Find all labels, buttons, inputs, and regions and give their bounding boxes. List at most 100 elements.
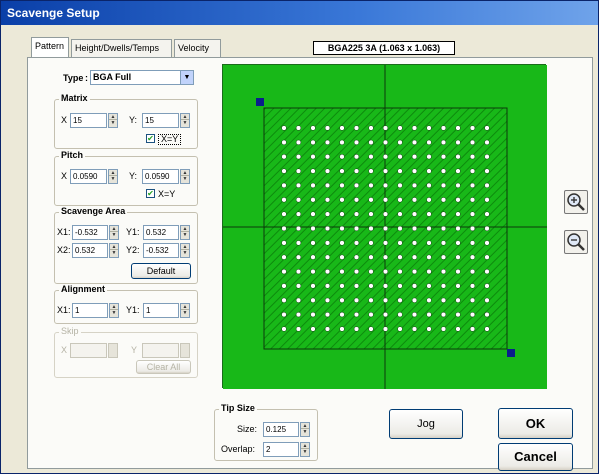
ball-pad: [281, 326, 287, 332]
ball-pad: [281, 168, 287, 174]
ball-pad: [455, 182, 461, 189]
area-y1-input[interactable]: 0.532: [143, 225, 179, 240]
ball-pad: [281, 125, 287, 131]
tab-pattern[interactable]: Pattern: [31, 37, 69, 57]
area-x1-input[interactable]: -0.532: [72, 225, 108, 240]
ball-pad: [440, 240, 447, 246]
ball-pad: [324, 211, 331, 217]
default-button[interactable]: Default: [131, 263, 191, 279]
ball-pad: [440, 268, 447, 275]
pitch-y-spinner[interactable]: ▲ ▼: [180, 169, 190, 184]
area-x1-label: X1:: [57, 227, 71, 237]
ball-pad: [382, 240, 389, 246]
ok-button[interactable]: OK: [498, 408, 573, 439]
ball-pad: [353, 225, 360, 232]
matrix-y-spinner[interactable]: ▲ ▼: [180, 113, 190, 128]
ball-pad: [455, 283, 461, 289]
zoom-in-icon: [567, 193, 585, 211]
ball-pad: [281, 182, 287, 189]
skip-y-input[interactable]: [142, 343, 179, 358]
ball-pad: [339, 154, 345, 160]
tip-size-spinner[interactable]: ▲ ▼: [300, 422, 310, 437]
ball-pad: [455, 254, 461, 260]
skip-y-spinner[interactable]: [180, 343, 190, 358]
matrix-x-spinner[interactable]: ▲ ▼: [108, 113, 118, 128]
ball-pad: [397, 254, 403, 260]
type-select[interactable]: BGA Full ▼: [90, 70, 194, 85]
pitch-y-input[interactable]: 0.0590: [142, 169, 179, 184]
ball-pad: [440, 139, 447, 146]
ball-pad: [426, 283, 432, 289]
ball-pad: [426, 311, 432, 318]
overlap-spinner[interactable]: ▲ ▼: [300, 442, 310, 457]
ball-pad: [484, 197, 490, 203]
ball-pad: [411, 268, 418, 275]
corner-handle-top-left[interactable]: [256, 98, 264, 106]
chevron-down-icon[interactable]: ▼: [180, 71, 193, 84]
ball-pad: [411, 240, 418, 246]
clear-all-button[interactable]: Clear All: [136, 360, 191, 374]
pitch-y-label: Y:: [129, 171, 138, 181]
alignment-x1-spinner[interactable]: ▲ ▼: [109, 303, 119, 318]
ball-pad: [368, 225, 374, 232]
pattern-preview[interactable]: [222, 64, 547, 389]
area-y2-spinner[interactable]: ▲ ▼: [180, 243, 190, 258]
cancel-button[interactable]: Cancel: [498, 443, 573, 471]
overlap-input[interactable]: 2: [263, 442, 299, 457]
matrix-link-checkbox[interactable]: ✔: [146, 134, 155, 143]
matrix-x-input[interactable]: 15: [70, 113, 107, 128]
ball-pad: [484, 168, 490, 174]
corner-handle-bottom-right[interactable]: [507, 349, 515, 357]
area-x2-input[interactable]: 0.532: [72, 243, 108, 258]
matrix-y-input[interactable]: 15: [142, 113, 179, 128]
ball-pad: [295, 297, 302, 303]
ball-pad: [353, 240, 360, 246]
ball-pad: [469, 168, 476, 174]
type-label: Type: [63, 73, 84, 83]
ball-pad: [469, 268, 476, 275]
skip-x-spinner[interactable]: [108, 343, 118, 358]
ball-pad: [440, 254, 447, 260]
ball-pad: [310, 125, 316, 131]
alignment-y1-spinner[interactable]: ▲ ▼: [180, 303, 190, 318]
area-x1-spinner[interactable]: ▲ ▼: [109, 225, 119, 240]
ball-pad: [440, 154, 447, 160]
ball-pad: [484, 254, 490, 260]
tip-size-input[interactable]: 0.125: [263, 422, 299, 437]
ball-pad: [469, 297, 476, 303]
pitch-x-spinner[interactable]: ▲ ▼: [108, 169, 118, 184]
tab-height-dwells-temps[interactable]: Height/Dwells/Temps: [71, 39, 172, 57]
jog-button[interactable]: Jog: [389, 409, 463, 439]
ball-pad: [397, 139, 403, 146]
ball-pad: [484, 211, 490, 217]
skip-x-input[interactable]: [70, 343, 107, 358]
ball-pad: [324, 182, 331, 189]
ball-pad: [382, 154, 389, 160]
pitch-x-input[interactable]: 0.0590: [70, 169, 107, 184]
ball-pad: [324, 297, 331, 303]
ball-pad: [411, 311, 418, 318]
area-x2-spinner[interactable]: ▲ ▼: [109, 243, 119, 258]
ball-pad: [426, 168, 432, 174]
pitch-title: Pitch: [59, 150, 86, 160]
ball-pad: [368, 139, 374, 146]
ball-pad: [324, 154, 331, 160]
ball-pad: [484, 139, 490, 146]
pitch-link-checkbox[interactable]: ✔: [146, 189, 155, 198]
ball-pad: [455, 326, 461, 332]
ball-pad: [455, 125, 461, 131]
overlap-label: Overlap:: [221, 444, 256, 454]
matrix-y-label: Y:: [129, 115, 138, 125]
ball-pad: [324, 311, 331, 318]
tab-velocity[interactable]: Velocity: [174, 39, 221, 57]
area-y2-input[interactable]: -0.532: [143, 243, 179, 258]
ball-pad: [426, 125, 432, 131]
area-y1-spinner[interactable]: ▲ ▼: [180, 225, 190, 240]
alignment-y1-input[interactable]: 1: [143, 303, 179, 318]
zoom-out-button[interactable]: [564, 230, 588, 254]
zoom-in-button[interactable]: [564, 190, 588, 214]
ball-pad: [368, 254, 374, 260]
ball-pad: [382, 254, 389, 260]
alignment-x1-input[interactable]: 1: [72, 303, 108, 318]
ball-pad: [295, 240, 302, 246]
